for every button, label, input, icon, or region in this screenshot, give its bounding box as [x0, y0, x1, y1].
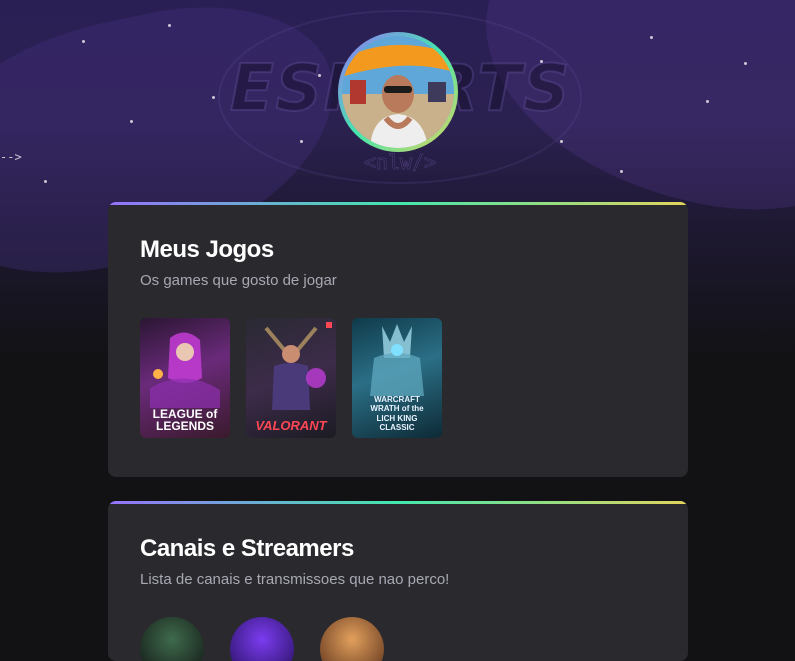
game-wotlk-classic[interactable]: WARCRAFT WRATH of the LICH KING CLASSIC: [352, 318, 442, 438]
channels-subtitle: Lista de canais e transmissoes que nao p…: [140, 571, 450, 588]
profile-avatar: [338, 32, 458, 152]
star: [650, 36, 653, 39]
star: [560, 140, 563, 143]
avatar-photo: [342, 36, 454, 148]
star: [300, 140, 303, 143]
channels-title: Canais e Streamers: [140, 535, 354, 562]
edge-mark: -->: [0, 150, 22, 164]
star: [706, 100, 709, 103]
valorant-logo: VALORANT: [255, 418, 327, 433]
streamer-avatar[interactable]: [140, 617, 204, 661]
star: [44, 180, 47, 183]
league-logo: LEAGUE of LEGENDS: [152, 407, 218, 433]
channels-card: Canais e Streamers Lista de canais e tra…: [108, 501, 688, 661]
streamer-avatar[interactable]: [230, 617, 294, 661]
star: [82, 40, 85, 43]
star: [540, 60, 543, 63]
avatar-photo-svg: [342, 36, 454, 148]
streamers-list: [140, 617, 384, 661]
star: [620, 170, 623, 173]
star: [168, 24, 171, 27]
games-card: Meus Jogos Os games que gosto de jogar L…: [108, 202, 688, 477]
game-valorant[interactable]: VALORANT: [246, 318, 336, 438]
star: [212, 96, 215, 99]
wotlk-logo: WARCRAFT WRATH of the LICH KING CLASSIC: [370, 395, 424, 432]
star: [318, 74, 321, 77]
star: [130, 120, 133, 123]
games-subtitle: Os games que gosto de jogar: [140, 272, 337, 289]
game-league-of-legends[interactable]: LEAGUE of LEGENDS: [140, 318, 230, 438]
streamer-avatar[interactable]: [320, 617, 384, 661]
nlw-logo-text: <nlw/>: [363, 150, 437, 175]
games-title: Meus Jogos: [140, 236, 274, 263]
star: [744, 62, 747, 65]
games-list: LEAGUE of LEGENDS VALORANT WARCRAFT WRAT…: [140, 318, 442, 438]
